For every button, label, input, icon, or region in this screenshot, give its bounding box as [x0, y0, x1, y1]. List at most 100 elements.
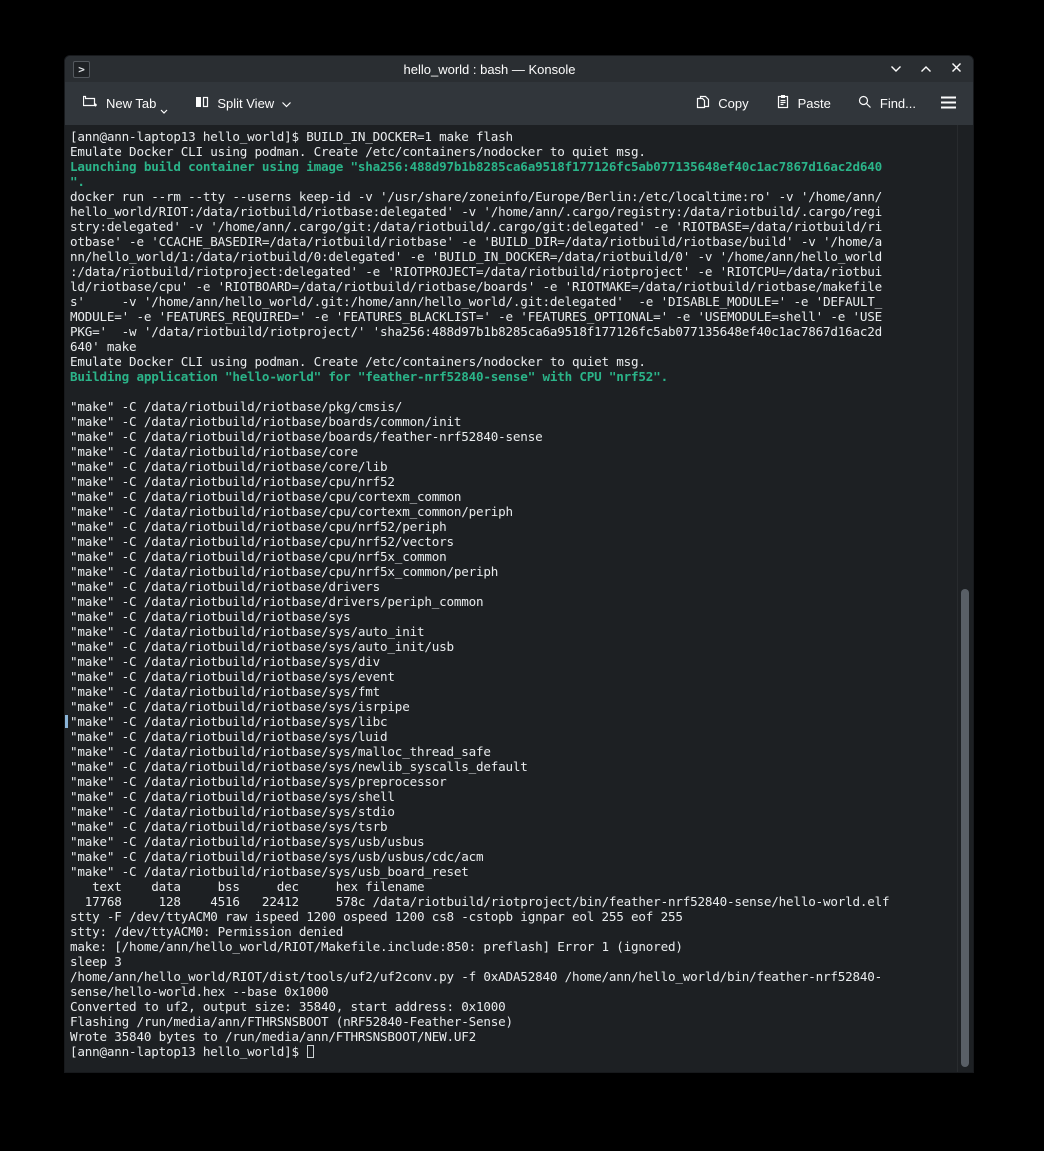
find-button[interactable]: Find... [851, 88, 922, 119]
terminal-line: PKG=' -w '/data/riotbuild/riotproject/' … [70, 324, 973, 339]
terminal-line: 640' make [70, 339, 973, 354]
terminal-line: stry:delegated' -v '/home/ann/.cargo/git… [70, 219, 973, 234]
terminal-line: Wrote 35840 bytes to /run/media/ann/FTHR… [70, 1029, 973, 1044]
tab-plus-icon [83, 94, 99, 113]
terminal-line-text: ld/riotbase/cpu' -e 'RIOTBOARD=/data/rio… [70, 279, 882, 294]
terminal-line-text: sense/hello-world.hex --base 0x1000 [70, 984, 328, 999]
minimize-button[interactable] [889, 62, 903, 76]
terminal-line-text: "make" -C /data/riotbuild/riotbase/sys/s… [70, 804, 395, 819]
terminal-line-text: "make" -C /data/riotbuild/riotbase/sys/u… [70, 834, 424, 849]
terminal-line-text: "make" -C /data/riotbuild/riotbase/sys/d… [70, 654, 380, 669]
terminal-line: ". [70, 174, 973, 189]
terminal-line: "make" -C /data/riotbuild/riotbase/core/… [70, 459, 973, 474]
terminal-line-text: stty: /dev/ttyACM0: Permission denied [70, 924, 343, 939]
terminal-line: Emulate Docker CLI using podman. Create … [70, 144, 973, 159]
terminal-line: sleep 3 [70, 954, 973, 969]
terminal-line: "make" -C /data/riotbuild/riotbase/sys/p… [70, 774, 973, 789]
chevron-up-icon [920, 60, 932, 78]
terminal-line: hello_world/RIOT:/data/riotbuild/riotbas… [70, 204, 973, 219]
terminal-line-text: "make" -C /data/riotbuild/riotbase/sys/u… [70, 864, 469, 879]
terminal-line: "make" -C /data/riotbuild/riotbase/sys/f… [70, 684, 973, 699]
terminal-line-text: "make" -C /data/riotbuild/riotbase/board… [70, 414, 461, 429]
close-button[interactable] [949, 62, 963, 76]
terminal-line-text: "make" -C /data/riotbuild/riotbase/sys/a… [70, 624, 424, 639]
terminal-line-text: "make" -C /data/riotbuild/riotbase/sys/u… [70, 849, 483, 864]
terminal-line: stty: /dev/ttyACM0: Permission denied [70, 924, 973, 939]
text-cursor-marker [65, 715, 68, 728]
terminal-line-text: ". [70, 174, 85, 189]
terminal-area[interactable]: [ann@ann-laptop13 hello_world]$ BUILD_IN… [65, 125, 973, 1072]
menu-button[interactable] [936, 90, 961, 118]
terminal-line: "make" -C /data/riotbuild/riotbase/sys/i… [70, 699, 973, 714]
terminal-line: :/data/riotbuild/riotproject:delegated' … [70, 264, 973, 279]
scrollbar-thumb[interactable] [961, 589, 969, 1067]
terminal-line: "make" -C /data/riotbuild/riotbase/cpu/n… [70, 534, 973, 549]
terminal-line-text: make: [/home/ann/hello_world/RIOT/Makefi… [70, 939, 683, 954]
terminal-line-text: hello_world/RIOT:/data/riotbuild/riotbas… [70, 204, 882, 219]
terminal-line-text: sleep 3 [70, 954, 122, 969]
terminal-line-text: "make" -C /data/riotbuild/riotbase/board… [70, 429, 542, 444]
find-label: Find... [880, 96, 916, 111]
scrollbar-track[interactable] [957, 125, 973, 1072]
terminal-line: "make" -C /data/riotbuild/riotbase/sys/a… [70, 639, 973, 654]
terminal-line-text: Flashing /run/media/ann/FTHRSNSBOOT (nRF… [70, 1014, 513, 1029]
toolbar-right-group: Copy Paste [689, 88, 961, 119]
konsole-prompt-glyph: > [78, 64, 85, 75]
terminal-line-text: /home/ann/hello_world/RIOT/dist/tools/uf… [70, 969, 882, 984]
new-tab-button[interactable]: New Tab [77, 88, 174, 119]
split-view-label: Split View [217, 96, 274, 111]
split-view-button[interactable]: Split View [188, 88, 298, 119]
terminal-line-text: docker run --rm --tty --userns keep-id -… [70, 189, 882, 204]
terminal-line-text: [ann@ann-laptop13 hello_world]$ [70, 1044, 306, 1059]
terminal-line-text: "make" -C /data/riotbuild/riotbase/cpu/n… [70, 549, 447, 564]
terminal-line: "make" -C /data/riotbuild/riotbase/cpu/c… [70, 489, 973, 504]
titlebar[interactable]: > hello_world : bash — Konsole [65, 56, 973, 82]
terminal-line: "make" -C /data/riotbuild/riotbase/sys/s… [70, 789, 973, 804]
terminal-line: Flashing /run/media/ann/FTHRSNSBOOT (nRF… [70, 1014, 973, 1029]
terminal-line-text: otbase' -e 'CCACHE_BASEDIR=/data/riotbui… [70, 234, 882, 249]
terminal-line-text: 640' make [70, 339, 136, 354]
terminal-line: ld/riotbase/cpu' -e 'RIOTBOARD=/data/rio… [70, 279, 973, 294]
terminal-line-text: "make" -C /data/riotbuild/riotbase/sys/p… [70, 774, 447, 789]
terminal-line: /home/ann/hello_world/RIOT/dist/tools/uf… [70, 969, 973, 984]
terminal-line: "make" -C /data/riotbuild/riotbase/cpu/n… [70, 519, 973, 534]
terminal-line: make: [/home/ann/hello_world/RIOT/Makefi… [70, 939, 973, 954]
terminal-line: "make" -C /data/riotbuild/riotbase/sys/n… [70, 759, 973, 774]
terminal-line-text: Emulate Docker CLI using podman. Create … [70, 354, 646, 369]
terminal-line-text: s' -v '/home/ann/hello_world/.git:/home/… [70, 294, 882, 309]
terminal-line: "make" -C /data/riotbuild/riotbase/sys/e… [70, 669, 973, 684]
terminal-line: "make" -C /data/riotbuild/riotbase/cpu/n… [70, 564, 973, 579]
terminal-line: "make" -C /data/riotbuild/riotbase/drive… [70, 579, 973, 594]
terminal-line-text: "make" -C /data/riotbuild/riotbase/cpu/n… [70, 519, 447, 534]
terminal-lines: [ann@ann-laptop13 hello_world]$ BUILD_IN… [70, 129, 973, 1059]
terminal-line-text: "make" -C /data/riotbuild/riotbase/sys [70, 609, 351, 624]
terminal-line: "make" -C /data/riotbuild/riotbase/board… [70, 414, 973, 429]
search-icon [857, 94, 873, 113]
chevron-down-icon [160, 102, 168, 117]
terminal-line: "make" -C /data/riotbuild/riotbase/pkg/c… [70, 399, 973, 414]
copy-button[interactable]: Copy [689, 88, 754, 119]
terminal-line: sense/hello-world.hex --base 0x1000 [70, 984, 973, 999]
clipboard-icon [775, 94, 791, 113]
maximize-button[interactable] [919, 62, 933, 76]
terminal-line-text: 17768 128 4516 22412 578c /data/riotbuil… [70, 894, 889, 909]
terminal-line: "make" -C /data/riotbuild/riotbase/sys/t… [70, 819, 973, 834]
terminal-line: 17768 128 4516 22412 578c /data/riotbuil… [70, 894, 973, 909]
terminal-line-text: "make" -C /data/riotbuild/riotbase/pkg/c… [70, 399, 402, 414]
terminal-line [70, 384, 973, 399]
terminal-line-text: PKG=' -w '/data/riotbuild/riotproject/' … [70, 324, 882, 339]
split-panes-icon [194, 94, 210, 113]
terminal-line: "make" -C /data/riotbuild/riotbase/cpu/n… [70, 474, 973, 489]
terminal-line-text: "make" -C /data/riotbuild/riotbase/cpu/n… [70, 564, 498, 579]
terminal-line: "make" -C /data/riotbuild/riotbase/sys/s… [70, 804, 973, 819]
terminal-line-text: "make" -C /data/riotbuild/riotbase/sys/m… [70, 744, 491, 759]
terminal-line: nn/hello_world/1:/data/riotbuild/0:deleg… [70, 249, 973, 264]
terminal-line: Launching build container using image "s… [70, 159, 973, 174]
terminal-line-text: nn/hello_world/1:/data/riotbuild/0:deleg… [70, 249, 882, 264]
paste-button[interactable]: Paste [769, 88, 837, 119]
terminal-line: "make" -C /data/riotbuild/riotbase/sys/d… [70, 654, 973, 669]
copy-label: Copy [718, 96, 748, 111]
terminal-line: Emulate Docker CLI using podman. Create … [70, 354, 973, 369]
terminal-line: [ann@ann-laptop13 hello_world]$ [70, 1044, 973, 1059]
terminal-line: "make" -C /data/riotbuild/riotbase/cpu/c… [70, 504, 973, 519]
